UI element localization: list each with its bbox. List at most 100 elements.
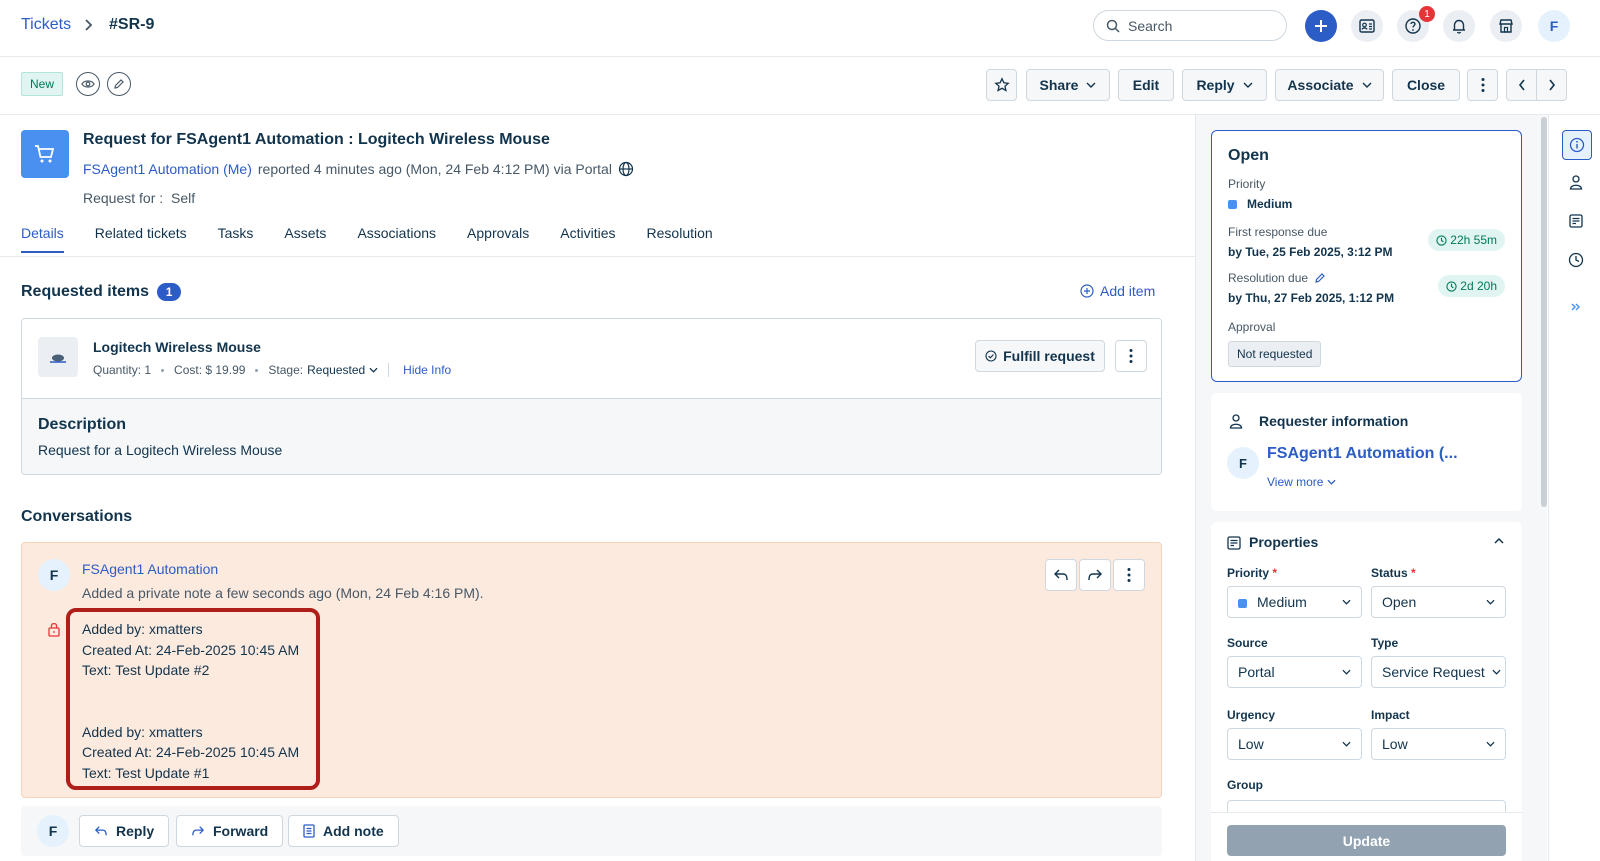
tab-details[interactable]: Details	[21, 225, 64, 253]
favorite-button[interactable]	[986, 69, 1017, 101]
reply-button[interactable]: Reply	[79, 815, 170, 847]
item-more-button[interactable]	[1115, 340, 1147, 372]
fulfill-request-button[interactable]: Fulfill request	[975, 340, 1105, 372]
hide-info-link[interactable]: Hide Info	[388, 363, 451, 377]
reply-bar: F Reply Forward Add note	[21, 806, 1162, 856]
info-icon	[1569, 137, 1585, 153]
timeline-rail-button[interactable]	[1564, 248, 1588, 272]
requester-link[interactable]: FSAgent1 Automation (Me)	[83, 161, 252, 177]
chevron-down-icon	[1342, 669, 1351, 675]
reply-arrow-icon	[94, 826, 107, 836]
note-author[interactable]: FSAgent1 Automation	[82, 561, 218, 577]
user-avatar[interactable]: F	[1538, 10, 1570, 42]
requester-name-link[interactable]: FSAgent1 Automation (...	[1267, 445, 1458, 463]
add-note-button[interactable]: Add note	[288, 815, 399, 847]
close-ticket-button[interactable]: Close	[1392, 69, 1460, 101]
contacts-button[interactable]	[1351, 10, 1383, 42]
breadcrumb-chevron-icon	[84, 18, 94, 32]
tab-assets[interactable]: Assets	[284, 225, 326, 253]
status-field-label: Status *	[1371, 566, 1416, 580]
view-more-link[interactable]: View more	[1267, 475, 1337, 489]
edit-button[interactable]: Edit	[1118, 69, 1174, 101]
tab-associations[interactable]: Associations	[357, 225, 436, 253]
impact-select-value: Low	[1382, 736, 1408, 752]
pencil-icon	[114, 79, 124, 89]
reported-text: reported 4 minutes ago (Mon, 24 Feb 4:12…	[257, 161, 612, 177]
tab-related-tickets[interactable]: Related tickets	[95, 225, 187, 253]
more-actions-button[interactable]	[1467, 69, 1498, 101]
request-for-label: Request for :	[83, 190, 164, 206]
first-response-value: by Tue, 25 Feb 2025, 3:12 PM	[1228, 245, 1393, 259]
forward-button[interactable]: Forward	[176, 815, 284, 847]
separator-dot	[161, 368, 165, 372]
tab-approvals[interactable]: Approvals	[467, 225, 529, 253]
chevron-down-icon	[1486, 599, 1495, 605]
notes-rail-button[interactable]	[1564, 209, 1588, 233]
requested-items-count: 1	[157, 283, 182, 301]
add-item-label: Add item	[1100, 283, 1156, 299]
priority-select[interactable]: Medium	[1227, 586, 1362, 618]
info-rail-button[interactable]	[1562, 130, 1592, 160]
create-new-button[interactable]	[1305, 10, 1337, 42]
side-panel-scrollbar[interactable]	[1541, 117, 1547, 507]
view-more-label: View more	[1267, 475, 1324, 489]
search-icon	[1106, 19, 1120, 33]
properties-icon	[1227, 536, 1241, 550]
tab-tasks[interactable]: Tasks	[218, 225, 254, 253]
app-rail-button[interactable]	[1564, 295, 1588, 319]
tab-activities[interactable]: Activities	[560, 225, 615, 253]
priority-color-dot	[1238, 598, 1247, 608]
private-note: F FSAgent1 Automation Added a private no…	[21, 542, 1162, 798]
type-select[interactable]: Service Request	[1371, 656, 1506, 688]
first-response-label: First response due	[1228, 225, 1328, 239]
notes-icon	[1569, 214, 1583, 228]
requester-rail-button[interactable]	[1564, 170, 1588, 194]
resolution-due-label: Resolution due	[1228, 271, 1326, 285]
person-icon	[1229, 413, 1243, 429]
reply-label: Reply	[116, 823, 155, 839]
source-select[interactable]: Portal	[1227, 656, 1362, 688]
urgency-select-value: Low	[1238, 736, 1264, 752]
tab-resolution[interactable]: Resolution	[647, 225, 713, 253]
edit-pencil-button[interactable]	[107, 72, 131, 96]
note-reply-button[interactable]	[1045, 559, 1077, 591]
status-select[interactable]: Open	[1371, 586, 1506, 618]
notifications-button[interactable]	[1443, 10, 1475, 42]
previous-ticket-button[interactable]	[1506, 69, 1537, 101]
collapse-chevron-up-icon[interactable]	[1494, 538, 1504, 544]
marketplace-button[interactable]	[1490, 10, 1522, 42]
associate-button[interactable]: Associate	[1275, 69, 1384, 101]
urgency-field-label: Urgency	[1227, 708, 1276, 722]
chevron-down-icon	[1327, 479, 1337, 485]
item-summary: Logitech Wireless Mouse Quantity: 1 Cost…	[22, 319, 1161, 399]
description-text: Request for a Logitech Wireless Mouse	[38, 442, 283, 458]
associate-label: Associate	[1287, 77, 1354, 93]
avatar: F	[1227, 447, 1259, 479]
group-field-label: Group	[1227, 778, 1263, 792]
approval-label: Approval	[1228, 320, 1276, 334]
search-input[interactable]: Search	[1093, 10, 1287, 41]
breadcrumb-tickets-link[interactable]: Tickets	[21, 16, 71, 34]
reply-dropdown-button[interactable]: Reply	[1182, 69, 1267, 101]
urgency-select[interactable]: Low	[1227, 728, 1362, 760]
avatar: F	[38, 559, 70, 591]
request-for: Request for : Self	[83, 190, 195, 206]
status-label-text: Status	[1371, 566, 1408, 580]
note-forward-button[interactable]	[1079, 559, 1111, 591]
help-button[interactable]: 1	[1397, 6, 1435, 42]
impact-select[interactable]: Low	[1371, 728, 1506, 760]
group-select[interactable]	[1227, 800, 1506, 812]
required-mark: *	[1272, 566, 1278, 580]
item-stage[interactable]: Stage: Requested	[268, 363, 378, 377]
resolution-sla: 2d 20h	[1460, 279, 1497, 293]
update-button[interactable]: Update	[1227, 825, 1506, 856]
note-more-button[interactable]	[1113, 559, 1145, 591]
bell-icon	[1453, 19, 1465, 34]
required-mark: *	[1411, 566, 1416, 580]
share-button[interactable]: Share	[1026, 69, 1110, 101]
next-ticket-button[interactable]	[1536, 69, 1567, 101]
kebab-icon	[1129, 349, 1133, 363]
add-item-button[interactable]: Add item	[1080, 283, 1155, 299]
watch-button[interactable]	[76, 72, 100, 96]
source-field-label: Source	[1227, 636, 1268, 650]
